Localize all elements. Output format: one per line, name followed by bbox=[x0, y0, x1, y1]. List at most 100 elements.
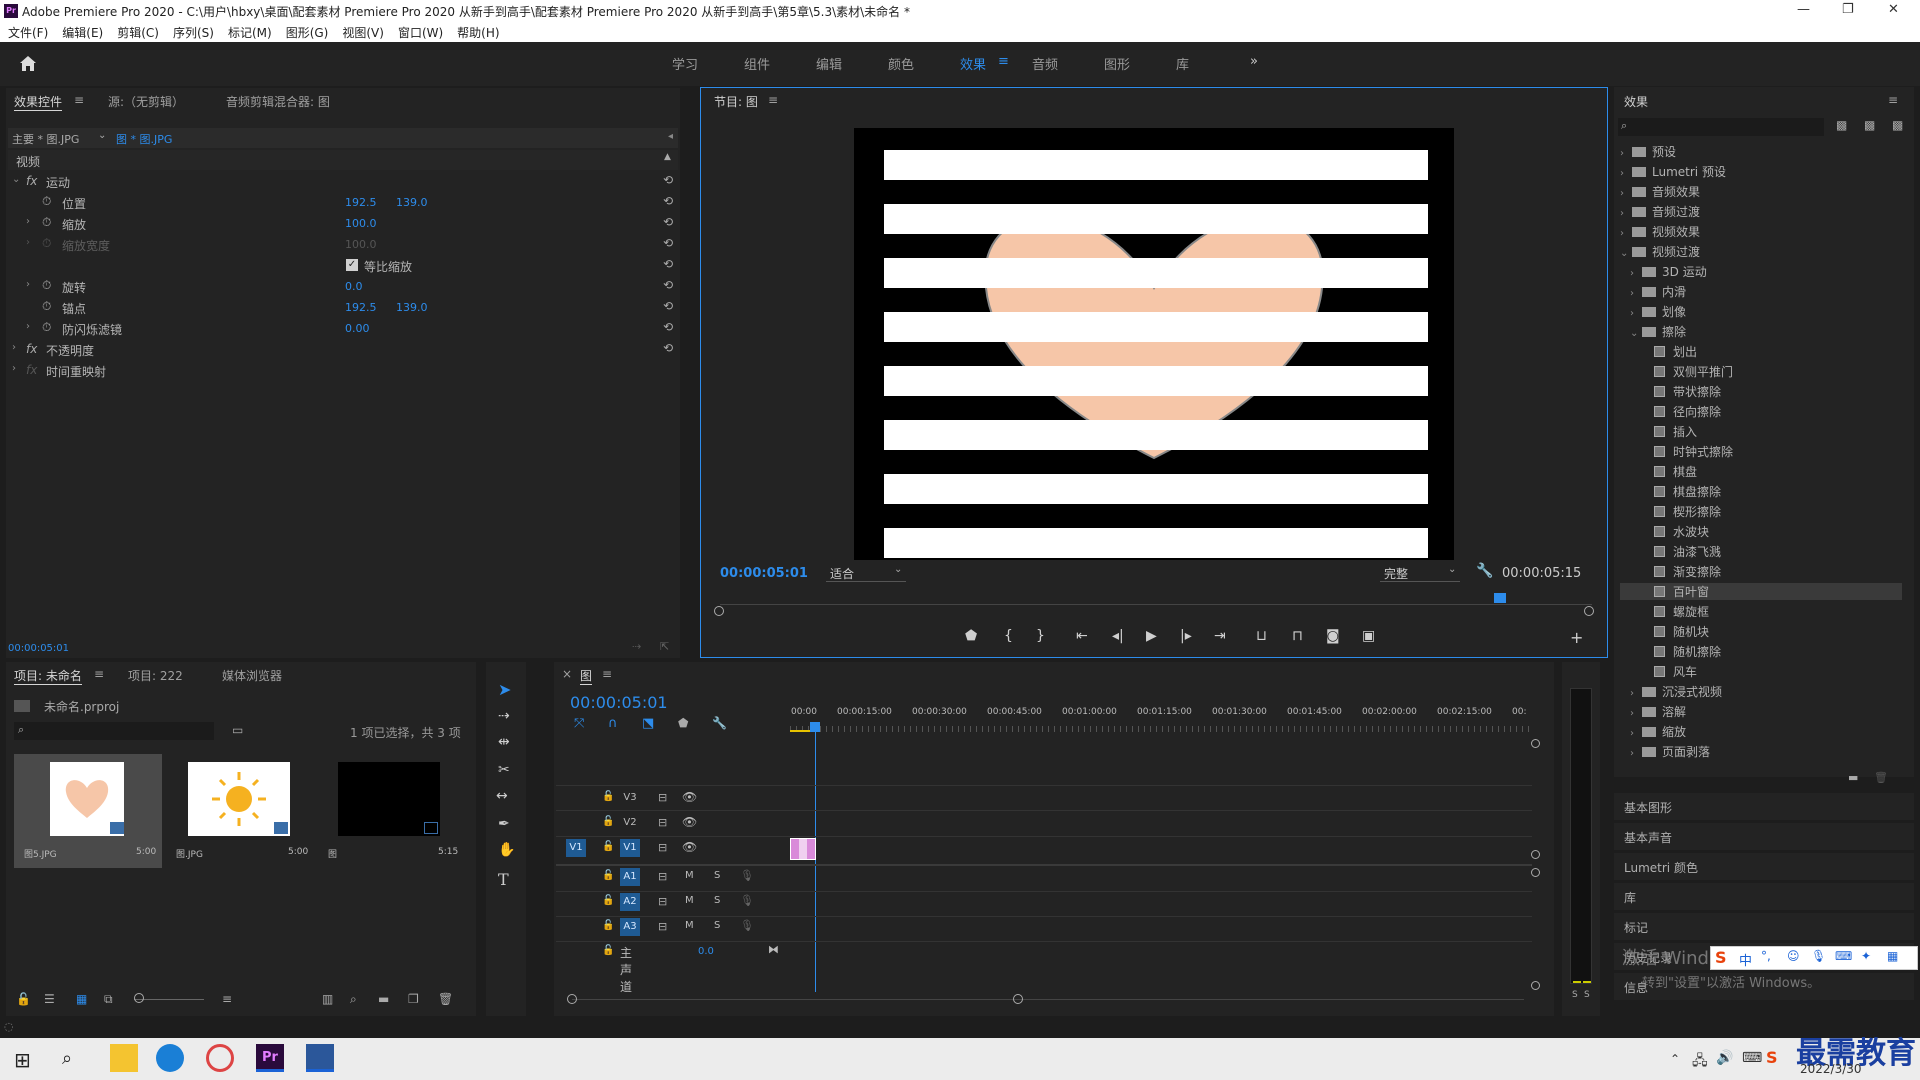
meter-solo-left[interactable]: S bbox=[1572, 990, 1578, 1000]
anchor-y-value[interactable]: 139.0 bbox=[396, 301, 428, 314]
list-view-icon[interactable]: ☰ bbox=[44, 992, 55, 1006]
chevron-right-icon[interactable]: › bbox=[26, 216, 30, 227]
sync-lock-icon[interactable]: ⊟ bbox=[658, 920, 667, 933]
effect-item[interactable]: 划出 bbox=[1654, 343, 1697, 360]
export-icon[interactable]: ⇱ bbox=[660, 640, 669, 653]
solo-button[interactable]: S bbox=[714, 920, 720, 931]
ripple-edit-tool-icon[interactable]: ⇹ bbox=[498, 734, 510, 750]
lock-icon[interactable]: 🔓 bbox=[602, 870, 614, 881]
tab-project-222[interactable]: 项目: 222 bbox=[128, 667, 183, 684]
menu-view[interactable]: 视图(V) bbox=[342, 24, 384, 41]
effect-item[interactable]: 棋盘擦除 bbox=[1654, 483, 1721, 500]
effect-item[interactable]: 随机擦除 bbox=[1654, 643, 1721, 660]
track-select-tool-icon[interactable]: ⇢ bbox=[498, 708, 510, 724]
folder-icon[interactable]: ▬ bbox=[378, 992, 389, 1006]
chevron-right-icon[interactable]: › bbox=[1620, 168, 1632, 179]
microphone-icon[interactable]: 🎙 bbox=[1811, 949, 1826, 963]
mark-out-icon[interactable]: } bbox=[1036, 628, 1045, 644]
track-label[interactable]: V1 bbox=[620, 839, 640, 857]
fx-icon[interactable]: fx bbox=[26, 342, 37, 356]
tab-project-menu[interactable]: ≡ bbox=[94, 667, 104, 681]
minimize-button[interactable]: — bbox=[1797, 2, 1810, 17]
scroll-handle[interactable] bbox=[1531, 981, 1540, 990]
extract-icon[interactable]: ⊓ bbox=[1292, 628, 1303, 644]
workspace-assembly[interactable]: 组件 bbox=[744, 54, 770, 73]
eye-icon[interactable]: 👁 bbox=[682, 840, 697, 854]
tab-audio-mixer[interactable]: 音频剪辑混合器: 图 bbox=[226, 93, 330, 110]
effect-bin[interactable]: › Lumetri 预设 bbox=[1620, 163, 1726, 180]
side-panel-header[interactable]: 库 bbox=[1614, 883, 1914, 910]
new-item-icon[interactable]: ❐ bbox=[408, 992, 419, 1006]
effect-bin[interactable]: › 音频效果 bbox=[1620, 183, 1700, 200]
menu-edit[interactable]: 编辑(E) bbox=[62, 24, 103, 41]
sync-lock-icon[interactable]: ⊟ bbox=[658, 870, 667, 883]
workspace-more[interactable]: » bbox=[1250, 54, 1258, 69]
timeline-clip[interactable] bbox=[790, 838, 816, 860]
home-icon[interactable] bbox=[18, 54, 38, 72]
edge-browser-icon[interactable] bbox=[156, 1044, 184, 1072]
lock-icon[interactable]: 🔓 bbox=[602, 920, 614, 931]
chevron-right-icon[interactable]: › bbox=[26, 279, 30, 290]
workspace-audio[interactable]: 音频 bbox=[1032, 54, 1058, 73]
master-clip-label[interactable]: 主要 * 图.JPG bbox=[12, 131, 79, 147]
fx-icon[interactable]: fx bbox=[26, 174, 37, 188]
slip-tool-icon[interactable]: ↔ bbox=[496, 788, 508, 804]
selection-tool-icon[interactable]: ➤ bbox=[498, 680, 511, 699]
anchor-x-value[interactable]: 192.5 bbox=[345, 301, 377, 314]
workspace-color[interactable]: 颜色 bbox=[888, 54, 914, 73]
skin-icon[interactable]: ✦ bbox=[1861, 949, 1871, 963]
chevron-down-icon[interactable]: ⌄ bbox=[1630, 328, 1642, 339]
reset-icon[interactable]: ⟲ bbox=[663, 320, 673, 334]
track-label[interactable]: A3 bbox=[620, 918, 640, 936]
effect-bin[interactable]: › 划像 bbox=[1630, 303, 1686, 320]
step-back-icon[interactable]: ◂| bbox=[1112, 628, 1124, 644]
effects-search-input[interactable]: ⌕ bbox=[1618, 118, 1824, 136]
stopwatch-icon[interactable]: ⏱ bbox=[42, 320, 51, 335]
automate-icon[interactable]: ▥ bbox=[322, 992, 333, 1006]
emoji-icon[interactable]: ☺ bbox=[1787, 949, 1800, 963]
effect-item[interactable]: 随机块 bbox=[1654, 623, 1709, 640]
volume-icon[interactable]: 🔊 bbox=[1716, 1050, 1733, 1066]
tab-timeline[interactable]: 图 bbox=[580, 667, 593, 685]
microphone-icon[interactable]: 🎙 bbox=[740, 894, 754, 907]
lock-icon[interactable]: 🔓 bbox=[602, 895, 614, 906]
tab-effect-controls-menu[interactable]: ≡ bbox=[74, 93, 84, 107]
timeline-timecode[interactable]: 00:00:05:01 bbox=[570, 693, 668, 712]
yuv-effects-icon[interactable]: ▩ bbox=[1892, 118, 1903, 132]
compare-icon[interactable]: ▣ bbox=[1362, 628, 1375, 644]
scroll-handle[interactable] bbox=[1531, 868, 1540, 877]
timeline-playhead[interactable] bbox=[810, 722, 820, 732]
source-patch-v1[interactable]: V1 bbox=[566, 839, 586, 857]
keyboard-icon[interactable]: ⌨ bbox=[1835, 949, 1852, 963]
master-volume-value[interactable]: 0.0 bbox=[698, 946, 714, 957]
stopwatch-icon[interactable]: ⏱ bbox=[42, 299, 51, 314]
tab-project-untitled[interactable]: 项目: 未命名 bbox=[14, 667, 82, 685]
workspace-learn[interactable]: 学习 bbox=[672, 54, 698, 73]
solo-button[interactable]: S bbox=[714, 895, 720, 906]
scroll-handle[interactable] bbox=[1531, 850, 1540, 859]
effect-controls-timecode[interactable]: 00:00:05:01 bbox=[8, 643, 69, 654]
lift-icon[interactable]: ⊔ bbox=[1256, 628, 1267, 644]
scroll-handle-right[interactable] bbox=[1584, 606, 1594, 616]
side-panel-header[interactable]: 基本图形 bbox=[1614, 793, 1914, 820]
effect-item[interactable]: 棋盘 bbox=[1654, 463, 1697, 480]
tab-effect-controls[interactable]: 效果控件 bbox=[14, 93, 63, 111]
32bit-effects-icon[interactable]: ▩ bbox=[1864, 118, 1875, 132]
reset-icon[interactable]: ⟲ bbox=[663, 194, 673, 208]
lock-icon[interactable]: 🔓 bbox=[602, 841, 614, 852]
chevron-right-icon[interactable]: › bbox=[1630, 288, 1642, 299]
eye-icon[interactable]: 👁 bbox=[682, 790, 697, 804]
effect-time-remap[interactable]: › fx 时间重映射 bbox=[8, 360, 678, 380]
go-to-end-icon[interactable]: ⧓ bbox=[768, 943, 779, 956]
scroll-handle-left[interactable] bbox=[714, 606, 724, 616]
effect-item[interactable]: 双侧平推门 bbox=[1654, 363, 1733, 380]
microphone-icon[interactable]: 🎙 bbox=[740, 869, 754, 882]
stopwatch-icon[interactable]: ⏱ bbox=[42, 278, 51, 293]
wrench-icon[interactable]: 🔧 bbox=[712, 716, 727, 730]
chevron-right-icon[interactable]: › bbox=[1630, 688, 1642, 699]
reset-icon[interactable]: ⟲ bbox=[663, 278, 673, 292]
nest-icon[interactable]: ⤧ bbox=[574, 716, 584, 731]
effect-motion[interactable]: ⌄ fx 运动 ⟲ bbox=[8, 171, 678, 191]
stopwatch-icon[interactable]: ⏱ bbox=[42, 215, 51, 230]
track-label[interactable]: V3 bbox=[620, 789, 640, 807]
